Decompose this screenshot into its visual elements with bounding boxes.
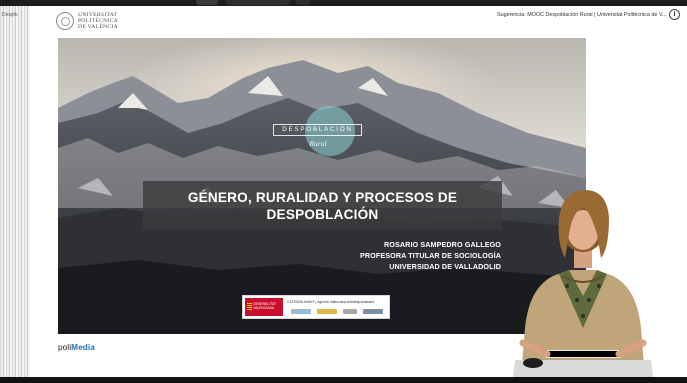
polimedia-logo: poliMedia	[58, 343, 95, 352]
polimedia-brand-poli: poli	[58, 343, 72, 352]
top-tab-active[interactable]	[196, 0, 218, 5]
lecture-title: GÉNERO, RURALIDAD Y PROCESOS DE DESPOBLA…	[143, 181, 502, 230]
sponsor-text: CÀTEDRA AVANT | Agenda Valenciana Antide…	[287, 300, 375, 304]
top-tab[interactable]	[296, 0, 310, 5]
partner-logo	[291, 309, 311, 314]
sponsor-logos: GENERALITAT VALENCIANA CÀTEDRA AVANT | A…	[242, 295, 390, 319]
partner-logo	[363, 309, 383, 314]
upv-logo: UNIVERSITAT POLITÈCNICA DE VALÈNCIA	[56, 12, 118, 31]
lecture-title-line-2: DESPOBLACIÓN	[266, 207, 379, 222]
partner-logo	[317, 309, 337, 314]
info-icon[interactable]: i	[669, 9, 680, 20]
course-sublabel: Rural	[309, 139, 327, 148]
author-role: PROFESORA TITULAR DE SOCIOLOGÍA	[360, 251, 501, 260]
left-strip-label: Desplo	[2, 12, 18, 18]
polimedia-brand-media: Media	[71, 343, 95, 352]
course-label: DESPOBLACIÓN	[273, 124, 362, 136]
author-block: ROSARIO SAMPEDRO GALLEGO PROFESORA TITUL…	[360, 239, 501, 272]
video-bottom-bar	[0, 377, 687, 383]
left-window-strip: Desplo	[0, 6, 30, 377]
author-name: ROSARIO SAMPEDRO GALLEGO	[383, 240, 501, 249]
video-top-bar	[0, 0, 687, 6]
suggestion-link[interactable]: Sugerencia: MOOC Despoblación Rural | Un…	[497, 12, 667, 18]
author-institution: UNIVERSIDAD DE VALLADOLID	[389, 262, 501, 271]
top-tab[interactable]	[226, 0, 290, 5]
generalitat-logo: GENERALITAT VALENCIANA	[245, 298, 283, 316]
logo-line-3: DE VALÈNCIA	[78, 24, 118, 31]
upv-seal-icon	[56, 12, 74, 31]
lecture-title-line-1: GÉNERO, RURALIDAD Y PROCESOS DE	[187, 190, 458, 205]
partner-logo	[343, 309, 357, 314]
presenter	[513, 190, 653, 377]
